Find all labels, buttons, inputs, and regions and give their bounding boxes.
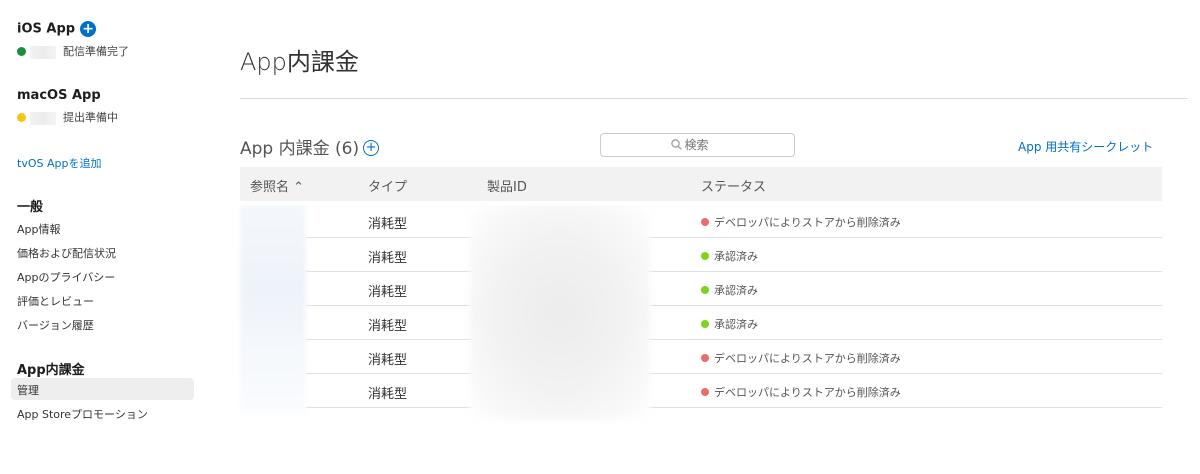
status-cell: デベロッパによりストアから削除済み — [701, 384, 901, 400]
shared-secret-link[interactable]: App 用共有シークレット — [1018, 138, 1153, 155]
redacted-version — [30, 45, 56, 59]
search-input[interactable] — [684, 138, 725, 152]
ios-app-title[interactable]: iOS App — [17, 22, 75, 37]
search-icon — [670, 139, 682, 150]
sidebar-item-app-info[interactable]: App情報 — [17, 221, 61, 237]
status-cell: 承認済み — [701, 282, 758, 298]
iap-heading: App内課金 — [17, 363, 85, 378]
ready-status-icon — [17, 46, 26, 56]
column-header-type[interactable]: タイプ — [368, 176, 407, 195]
type-cell: 消耗型 — [368, 319, 408, 334]
macos-status-label: 提出準備中 — [63, 111, 118, 124]
row-divider — [306, 407, 1162, 408]
redacted-reference-names — [240, 205, 306, 413]
status-label: 承認済み — [714, 318, 758, 331]
sidebar-item-promotion[interactable]: App Storeプロモーション — [17, 406, 148, 422]
section-title-label: App 内課金 (6) — [240, 139, 360, 159]
table-row[interactable]: 消耗型 デベロッパによりストアから削除済み — [240, 204, 1162, 238]
redacted-version — [30, 111, 56, 125]
status-label: デベロッパによりストアから削除済み — [714, 352, 901, 365]
search-field[interactable] — [600, 133, 795, 157]
column-header-reference-name[interactable]: 参照名 ⌃ — [250, 176, 304, 195]
status-label: 承認済み — [714, 284, 758, 297]
status-cell: 承認済み — [701, 316, 758, 332]
type-cell: 消耗型 — [368, 217, 408, 232]
ios-status-label: 配信準備完了 — [63, 45, 129, 58]
section-title: App 内課金 (6) + — [240, 134, 380, 159]
type-cell: 消耗型 — [368, 353, 408, 368]
page-title: App内課金 — [240, 48, 359, 76]
column-header-product-id[interactable]: 製品ID — [487, 176, 527, 195]
status-cell: デベロッパによりストアから削除済み — [701, 214, 901, 230]
status-dot-icon — [701, 252, 709, 260]
table-row[interactable]: 消耗型 承認済み — [240, 272, 1162, 306]
ios-app-status: 配信準備完了 — [17, 45, 129, 59]
table-row[interactable]: 消耗型 デベロッパによりストアから削除済み — [240, 340, 1162, 374]
status-dot-icon — [701, 320, 709, 328]
macos-app-status: 提出準備中 — [17, 111, 118, 125]
status-dot-icon — [701, 286, 709, 294]
table-row[interactable]: 消耗型 承認済み — [240, 306, 1162, 340]
column-header-status[interactable]: ステータス — [701, 176, 766, 195]
type-cell: 消耗型 — [368, 387, 408, 402]
status-dot-icon — [701, 388, 709, 396]
type-cell: 消耗型 — [368, 251, 408, 266]
sidebar: iOS App + 配信準備完了 macOS App 提出準備中 tvOS App… — [0, 0, 200, 474]
redacted-product-ids — [470, 205, 650, 420]
status-label: デベロッパによりストアから削除済み — [714, 216, 901, 229]
table-row[interactable]: 消耗型 承認済み — [240, 238, 1162, 272]
sidebar-item-ratings[interactable]: 評価とレビュー — [17, 293, 94, 309]
status-label: デベロッパによりストアから削除済み — [714, 386, 901, 399]
type-cell: 消耗型 — [368, 285, 408, 300]
add-platform-icon[interactable]: + — [80, 21, 97, 37]
macos-app-title[interactable]: macOS App — [17, 88, 101, 103]
status-cell: 承認済み — [701, 248, 758, 264]
sidebar-item-manage-label: 管理 — [17, 384, 39, 397]
add-iap-icon[interactable]: + — [363, 140, 380, 156]
status-label: 承認済み — [714, 250, 758, 263]
pending-status-icon — [17, 112, 26, 122]
status-dot-icon — [701, 354, 709, 362]
status-cell: デベロッパによりストアから削除済み — [701, 350, 901, 366]
add-tvos-link[interactable]: tvOS Appを追加 — [17, 155, 101, 171]
sidebar-item-version-history[interactable]: バージョン履歴 — [17, 317, 94, 333]
sidebar-item-privacy[interactable]: Appのプライバシー — [17, 269, 115, 285]
sidebar-item-manage[interactable]: 管理 — [11, 378, 194, 400]
divider — [240, 98, 1188, 99]
ios-app-heading[interactable]: iOS App + — [17, 21, 97, 37]
status-dot-icon — [701, 218, 709, 226]
table-row[interactable]: 消耗型 デベロッパによりストアから削除済み — [240, 374, 1162, 408]
table-header: 参照名 ⌃ タイプ 製品ID ステータス — [240, 167, 1162, 201]
general-heading: 一般 — [17, 200, 44, 215]
sidebar-item-pricing[interactable]: 価格および配信状況 — [17, 245, 116, 261]
